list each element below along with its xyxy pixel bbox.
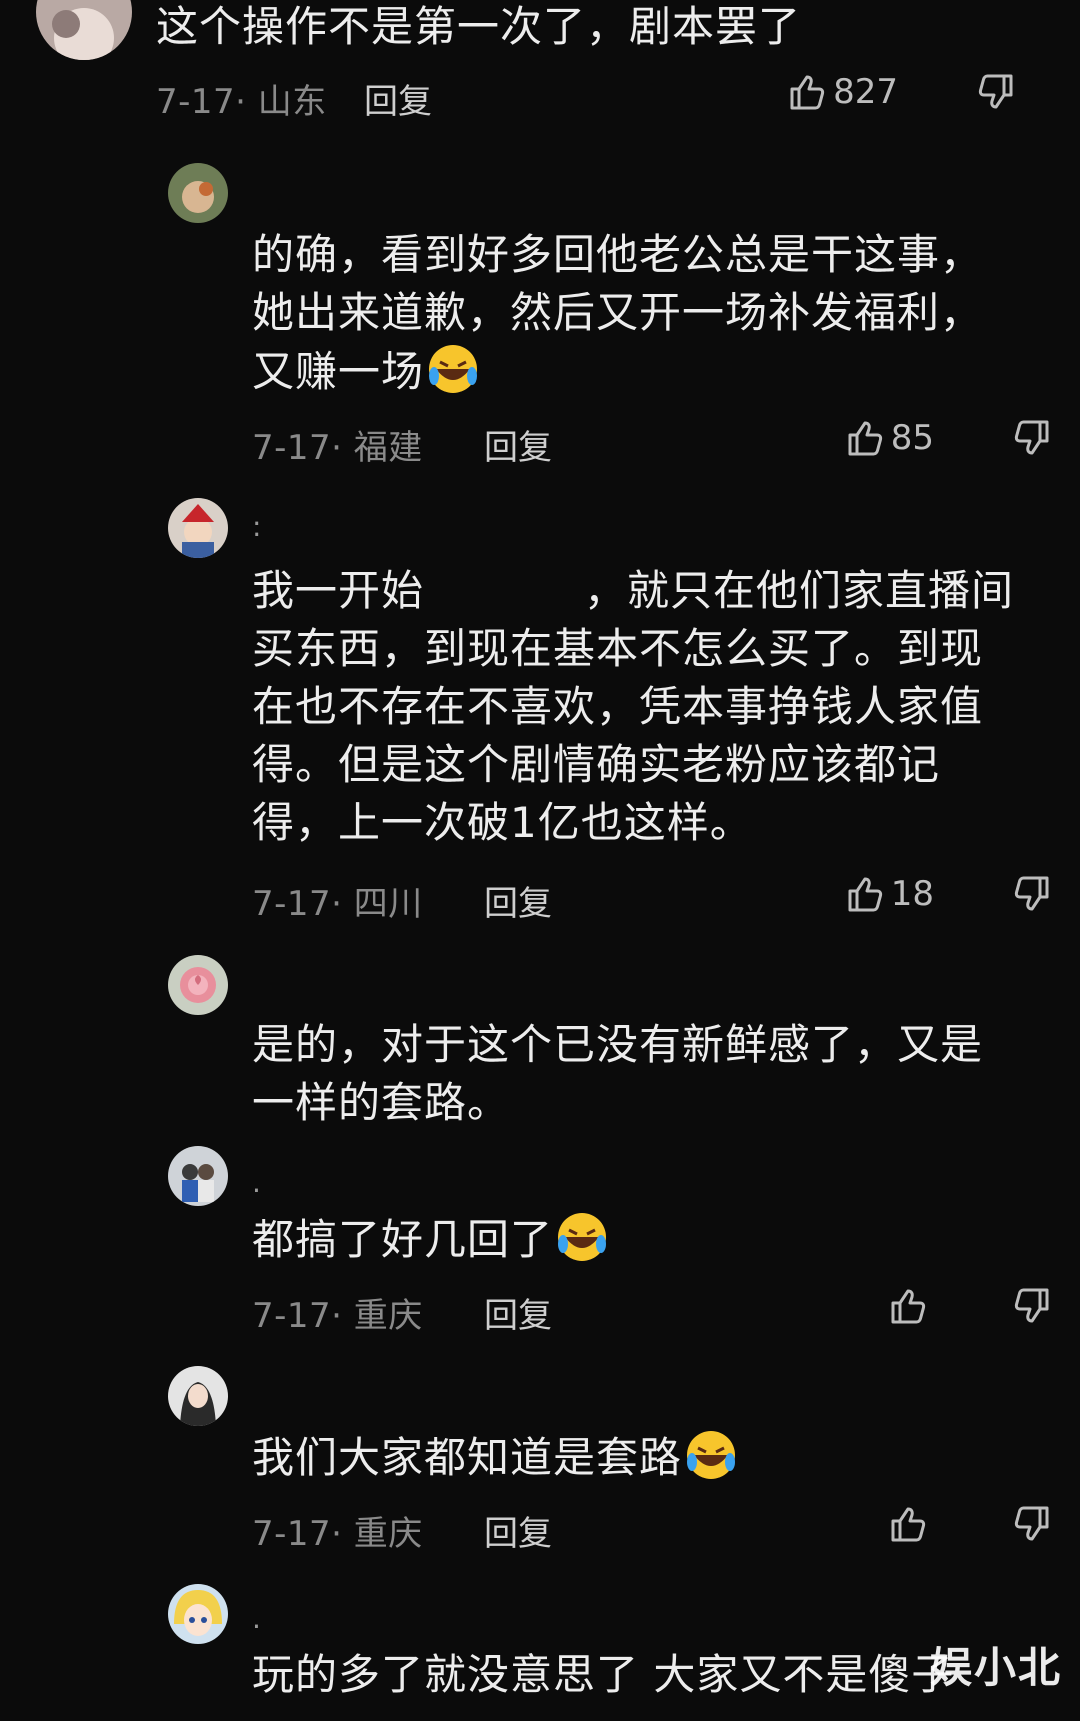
dislike-button[interactable] (1012, 418, 1052, 458)
comment-body: 是的，对于这个已没有新鲜感了，又是 一样的套路。 (252, 1020, 984, 1127)
avatar[interactable] (168, 1584, 228, 1644)
comment-body: 都搞了好几回了 (252, 1215, 554, 1264)
like-button[interactable]: 18 (845, 874, 934, 914)
comment-text: 我一开始 ，就只在他们家直播间 买东西，到现在基本不怎么买了。到现 在也不存在不喜… (252, 562, 1042, 852)
comment-meta: 7-17· 重庆 回复 (252, 1288, 1052, 1338)
comment-body: 玩的多了就没意思了 大家又不是傻子 (252, 1650, 955, 1699)
like-count: 18 (890, 874, 934, 914)
avatar[interactable] (168, 955, 228, 1015)
comment-date-location: 7-17· 四川 (252, 884, 423, 924)
thumbs-up-icon (845, 874, 885, 914)
reply-button[interactable]: 回复 (484, 876, 552, 925)
like-count: 827 (833, 72, 898, 112)
comment-text: 是的，对于这个已没有新鲜感了，又是 一样的套路。 (252, 1016, 1042, 1132)
comment-body: 的确，看到好多回他老公总是干这事， 她出来道歉，然后又开一场补发福利， 又赚一场 (252, 230, 984, 396)
comment-text: 这个操作不是第一次了，剧本罢了 (156, 0, 1036, 56)
comment-meta: 7-17· 福建 回复 85 (252, 418, 1052, 470)
comment-text: 的确，看到好多回他老公总是干这事， 她出来道歉，然后又开一场补发福利， 又赚一场 (252, 226, 1042, 401)
comment-date-location: 7-17· 福建 (252, 428, 423, 468)
avatar[interactable] (168, 1366, 228, 1426)
comment-body: 这个操作不是第一次了，剧本罢了 (156, 2, 802, 51)
comment-date-location: 7-17· 重庆 (252, 1514, 423, 1554)
comment-meta: 7-17· 四川 回复 18 (252, 874, 1052, 926)
comment-date-location: 7-17· 山东 (156, 82, 327, 122)
comment-text: 玩的多了就没意思了 大家又不是傻子 (252, 1646, 1042, 1704)
comment-text: 都搞了好几回了 (252, 1210, 1042, 1269)
avatar[interactable] (168, 163, 228, 223)
dislike-button[interactable] (1012, 1286, 1052, 1326)
username[interactable]: : (252, 510, 261, 543)
thumbs-up-icon (888, 1504, 928, 1544)
dislike-button[interactable] (1012, 874, 1052, 914)
like-button[interactable]: 827 (787, 72, 898, 112)
thumbs-up-icon (845, 418, 885, 458)
comment-meta: 7-17· 山东 回复 827 (156, 72, 1016, 124)
reply-button[interactable]: 回复 (484, 1506, 552, 1555)
thumbs-down-icon (1012, 874, 1052, 914)
redacted-region (424, 565, 584, 605)
comment-body-part: 我一开始 (252, 566, 425, 615)
comment-thread: 这个操作不是第一次了，剧本罢了 7-17· 山东 回复 827 的确，看到好多回… (0, 0, 1080, 1721)
like-button[interactable] (888, 1286, 934, 1326)
avatar[interactable] (168, 1146, 228, 1206)
watermark: 娱小北 (929, 1643, 1062, 1692)
comment-date-location: 7-17· 重庆 (252, 1296, 423, 1336)
like-button[interactable] (888, 1504, 934, 1544)
thumbs-down-icon (1012, 1504, 1052, 1544)
dislike-button[interactable] (1012, 1504, 1052, 1544)
like-button[interactable]: 85 (845, 418, 934, 458)
reply-button[interactable]: 回复 (364, 74, 432, 123)
thumbs-down-icon (1012, 1286, 1052, 1326)
dislike-button[interactable] (976, 72, 1016, 112)
thumbs-up-icon (888, 1286, 928, 1326)
comment-text: 我们大家都知道是套路 (252, 1428, 1042, 1487)
laughing-crying-emoji-icon (555, 1210, 609, 1264)
username[interactable]: . (252, 1602, 261, 1635)
reply-button[interactable]: 回复 (484, 420, 552, 469)
reply-button[interactable]: 回复 (484, 1288, 552, 1337)
thumbs-down-icon (1012, 418, 1052, 458)
avatar[interactable] (36, 0, 132, 60)
avatar[interactable] (168, 498, 228, 558)
thumbs-down-icon (976, 72, 1016, 112)
thumbs-up-icon (787, 72, 827, 112)
laughing-crying-emoji-icon (684, 1428, 738, 1482)
comment-meta: 7-17· 重庆 回复 (252, 1506, 1052, 1556)
like-count: 85 (890, 418, 934, 458)
laughing-crying-emoji-icon (426, 342, 480, 396)
comment-body: 我们大家都知道是套路 (252, 1433, 683, 1482)
username[interactable]: . (252, 1166, 261, 1199)
